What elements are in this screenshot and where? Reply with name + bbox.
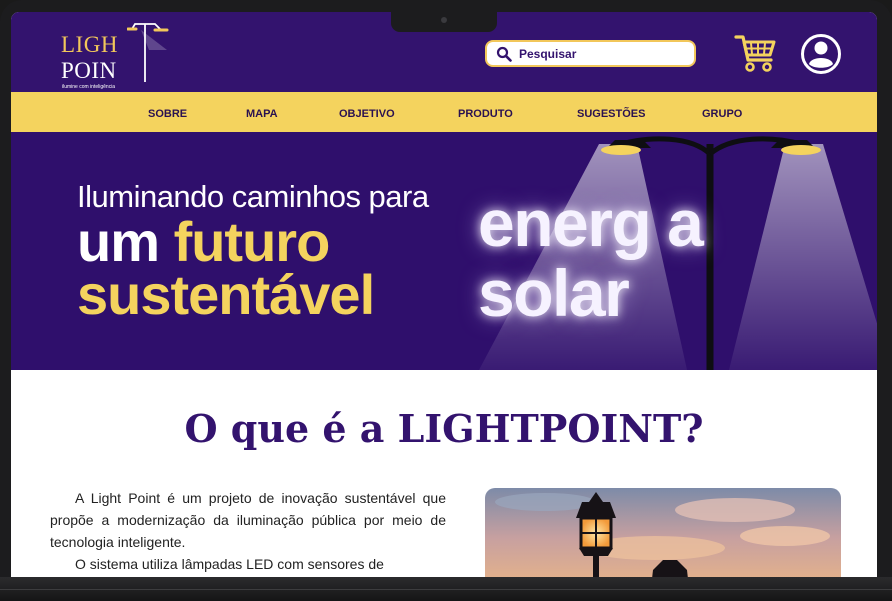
hero-glow-word-energia: energ a bbox=[478, 186, 704, 260]
main-nav: SOBRE MAPA OBJETIVO PRODUTO SUGESTÕES GR… bbox=[11, 92, 877, 132]
user-icon[interactable] bbox=[800, 33, 842, 75]
nav-item-objetivo[interactable]: OBJETIVO bbox=[339, 92, 395, 132]
about-description: A Light Point é um projeto de inovação s… bbox=[50, 487, 446, 575]
nav-item-mapa[interactable]: MAPA bbox=[246, 92, 278, 132]
search-icon[interactable] bbox=[496, 46, 512, 62]
camera-icon bbox=[441, 17, 447, 23]
about-paragraph-1: A Light Point é um projeto de inovação s… bbox=[50, 490, 446, 550]
nav-item-grupo[interactable]: GRUPO bbox=[702, 92, 742, 132]
browser-viewport: LIGH POIN ilumine com inteligência SOBRE bbox=[11, 12, 877, 577]
street-lamp-photo bbox=[485, 488, 841, 577]
hero-banner: Iluminando caminhos para um futuro suste… bbox=[11, 132, 877, 370]
site-logo[interactable]: LIGH POIN ilumine com inteligência bbox=[61, 20, 171, 90]
nav-item-produto[interactable]: PRODUTO bbox=[458, 92, 513, 132]
hero-glow-word-solar: solar bbox=[478, 256, 630, 330]
nav-item-sugestoes[interactable]: SUGESTÕES bbox=[577, 92, 645, 132]
about-section-title: O que é a LIGHTPOINT? bbox=[184, 406, 704, 451]
logo-wordmark-bottom: POIN bbox=[61, 58, 117, 83]
search-box[interactable] bbox=[485, 40, 696, 67]
logo-wordmark-top: LIGH bbox=[61, 32, 118, 57]
street-lamp-icon bbox=[127, 23, 169, 82]
device-divider bbox=[0, 589, 892, 590]
cart-icon[interactable] bbox=[734, 32, 776, 74]
search-input[interactable] bbox=[519, 45, 689, 63]
nav-item-sobre[interactable]: SOBRE bbox=[148, 92, 187, 132]
about-paragraph-2: O sistema utiliza lâmpadas LED com senso… bbox=[75, 556, 384, 572]
camera-notch bbox=[391, 12, 497, 32]
hero-heading-line3: sustentável bbox=[77, 263, 375, 326]
logo-tagline: ilumine com inteligência bbox=[62, 84, 116, 90]
